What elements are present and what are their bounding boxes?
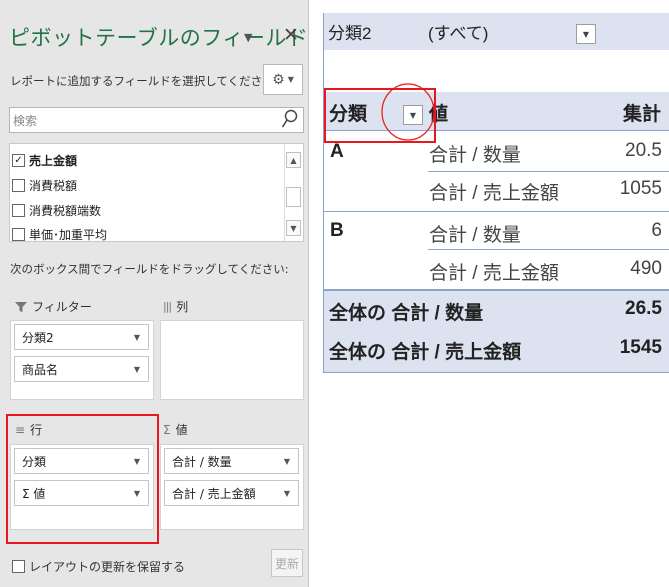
filters-area[interactable]: 分類2 ▼ 商品名 ▼ xyxy=(10,320,154,400)
field-search-input[interactable]: 検索 xyxy=(9,107,304,133)
defer-update-checkbox[interactable] xyxy=(12,560,25,573)
sigma-icon: Σ xyxy=(163,422,171,437)
field-list-scrollbar[interactable]: ▲ ▼ xyxy=(284,144,303,241)
pivottable-fields-pane: ピボットテーブルのフィールド ▼ ✕ レポートに追加するフィールドを選択してくだ… xyxy=(0,0,309,587)
measure-cell: 合計 / 数量 xyxy=(429,225,521,246)
grand-total-value: 1545 xyxy=(619,337,662,358)
value-cell: 1055 xyxy=(619,178,662,199)
field-item-unit-price[interactable]: 単価･加重平均 xyxy=(12,224,107,241)
measure-cell: 合計 / 売上金額 xyxy=(429,263,559,284)
value-cell: 20.5 xyxy=(625,140,662,161)
field-item-sales-amount[interactable]: ✓ 売上金額 xyxy=(12,150,77,170)
chevron-down-icon: ▼ xyxy=(582,29,590,39)
tools-button[interactable]: ⚙ ▼ xyxy=(263,64,303,95)
gear-icon: ⚙ xyxy=(272,71,285,88)
field-checkbox[interactable]: ✓ xyxy=(12,153,25,167)
search-icon xyxy=(281,109,298,128)
field-checkbox[interactable] xyxy=(12,203,25,217)
choose-fields-label: レポートに追加するフィールドを選択してください: xyxy=(10,74,278,88)
search-placeholder: 検索 xyxy=(13,114,38,128)
value-cell: 490 xyxy=(630,258,662,279)
filter-value: (すべて) xyxy=(428,24,489,43)
category-cell: A xyxy=(330,141,344,162)
filters-area-header: フィルター xyxy=(15,298,92,315)
filter-field-label: 分類2 xyxy=(328,24,372,43)
filter-row xyxy=(324,13,669,50)
grand-total-line xyxy=(324,289,669,291)
value-chip[interactable]: 合計 / 数量 ▼ xyxy=(164,448,299,474)
chevron-down-icon[interactable]: ▼ xyxy=(134,333,140,342)
chevron-down-icon: ▼ xyxy=(287,75,294,84)
value-cell: 6 xyxy=(651,220,662,241)
defer-layout-update[interactable]: レイアウトの更新を保留する xyxy=(12,558,185,575)
rows-area-highlight xyxy=(6,414,159,544)
row-divider xyxy=(428,171,669,172)
value-chip[interactable]: 合計 / 売上金額 ▼ xyxy=(164,480,299,506)
total-header: 集計 xyxy=(622,104,661,125)
field-item-tax[interactable]: 消費税額 xyxy=(12,175,77,195)
field-item-tax-fraction[interactable]: 消費税額端数 xyxy=(12,200,101,220)
dropdown-circle-highlight xyxy=(381,83,435,141)
field-checkbox[interactable] xyxy=(12,178,25,192)
columns-icon: ||| xyxy=(163,300,172,313)
values-area-header: Σ 値 xyxy=(163,422,188,438)
values-area[interactable]: 合計 / 数量 ▼ 合計 / 売上金額 ▼ xyxy=(160,444,304,530)
field-checkbox[interactable] xyxy=(12,227,25,241)
columns-area[interactable] xyxy=(160,320,304,400)
columns-area-header: ||| 列 xyxy=(163,300,189,314)
field-list: ✓ 売上金額 消費税額 消費税額端数 単価･加重平均 ▲ ▼ xyxy=(9,143,304,242)
update-button[interactable]: 更新 xyxy=(271,549,303,577)
drag-fields-label: 次のボックス間でフィールドをドラッグしてください: xyxy=(10,262,289,276)
pane-title: ピボットテーブルのフィールド xyxy=(9,26,309,50)
close-icon[interactable]: ✕ xyxy=(283,24,299,46)
grand-total-label: 全体の 合計 / 売上金額 xyxy=(329,342,522,363)
filter-icon xyxy=(15,301,27,312)
category-cell: B xyxy=(330,220,344,241)
pivot-table: 分類2 (すべて) ▼ 分類 ▼ 値 集計 A 合計 / 数量 20.5 合計 … xyxy=(323,13,669,373)
chevron-down-icon[interactable]: ▼ xyxy=(134,365,140,374)
scroll-thumb[interactable] xyxy=(286,187,301,207)
pane-options-chevron-icon[interactable]: ▼ xyxy=(244,31,252,44)
measure-cell: 合計 / 数量 xyxy=(429,145,521,166)
filter-dropdown-button[interactable]: ▼ xyxy=(576,24,596,44)
scroll-down-icon[interactable]: ▼ xyxy=(286,220,301,236)
row-divider xyxy=(428,249,669,250)
row-divider xyxy=(324,211,669,212)
chevron-down-icon[interactable]: ▼ xyxy=(284,457,290,466)
chevron-down-icon[interactable]: ▼ xyxy=(284,489,290,498)
filter-chip[interactable]: 商品名 ▼ xyxy=(14,356,149,382)
grand-total-label: 全体の 合計 / 数量 xyxy=(329,303,484,324)
measure-cell: 合計 / 売上金額 xyxy=(429,183,559,204)
filter-chip[interactable]: 分類2 ▼ xyxy=(14,324,149,350)
scroll-up-icon[interactable]: ▲ xyxy=(286,152,301,168)
grand-total-value: 26.5 xyxy=(625,298,662,319)
